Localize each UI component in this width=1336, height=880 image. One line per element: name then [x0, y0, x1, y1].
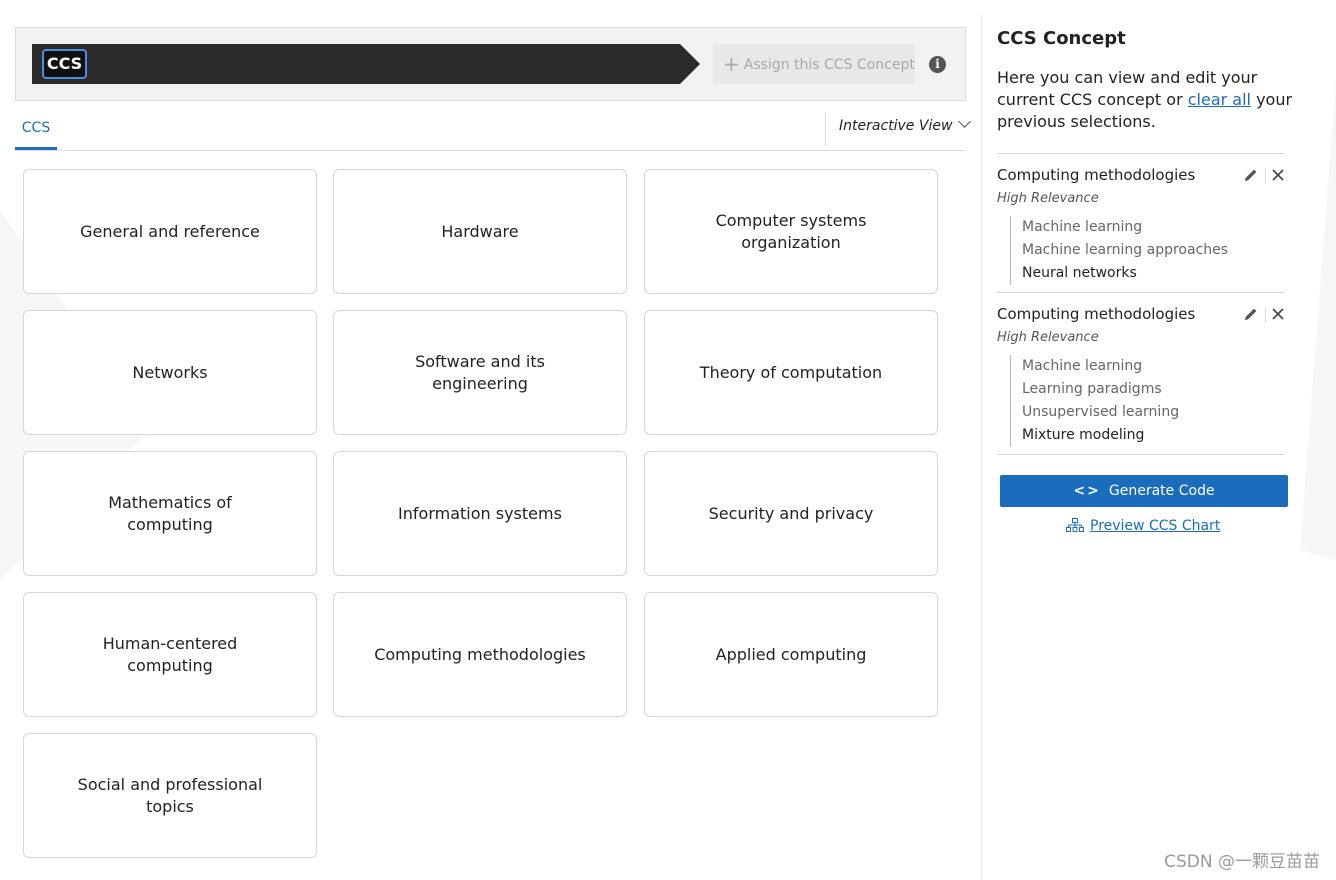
- selected-concept: Computing methodologies High Relevance M…: [997, 153, 1285, 292]
- panel-description: Here you can view and edit your current …: [997, 67, 1297, 133]
- category-card[interactable]: Mathematics of computing: [23, 451, 317, 576]
- close-icon[interactable]: [1270, 306, 1286, 322]
- tab-divider: [15, 150, 966, 151]
- plus-icon: +: [723, 52, 740, 76]
- concept-breadcrumb: [32, 44, 680, 84]
- preview-chart-label: Preview CCS Chart: [1090, 518, 1221, 534]
- icon-separator: [1265, 168, 1266, 184]
- concept-path: Machine learning Machine learning approa…: [1010, 216, 1228, 285]
- path-item: Machine learning: [1022, 358, 1143, 374]
- concept-relevance: High Relevance: [997, 191, 1099, 206]
- hierarchy-icon: [1066, 518, 1084, 532]
- info-icon[interactable]: i: [929, 56, 946, 73]
- generate-code-button[interactable]: <> Generate Code: [1000, 475, 1288, 507]
- path-item: Learning paradigms: [1022, 381, 1162, 397]
- concept-toolbar: CCS + Assign this CCS Concept i: [15, 27, 966, 101]
- preview-chart-link[interactable]: Preview CCS Chart: [1066, 518, 1220, 534]
- selected-concept: Computing methodologies High Relevance M…: [997, 292, 1285, 454]
- path-item: Machine learning: [1022, 219, 1143, 235]
- category-card[interactable]: Hardware: [333, 169, 627, 294]
- concept-title: Computing methodologies: [997, 166, 1196, 184]
- category-card[interactable]: Security and privacy: [644, 451, 938, 576]
- close-icon[interactable]: [1270, 167, 1286, 183]
- concept-path: Machine learning Learning paradigms Unsu…: [1010, 355, 1179, 447]
- category-card[interactable]: Computing methodologies: [333, 592, 627, 717]
- pencil-icon[interactable]: [1243, 167, 1259, 183]
- concept-relevance: High Relevance: [997, 330, 1099, 345]
- assign-concept-label: Assign this CCS Concept: [743, 57, 915, 73]
- generate-code-label: Generate Code: [1108, 483, 1215, 499]
- category-card[interactable]: Software and its engineering: [333, 310, 627, 435]
- category-card[interactable]: Theory of computation: [644, 310, 938, 435]
- category-card[interactable]: Human-centered computing: [23, 592, 317, 717]
- view-mode-select[interactable]: Interactive View: [839, 115, 972, 134]
- concept-title: Computing methodologies: [997, 305, 1196, 323]
- code-icon: <>: [1073, 483, 1101, 499]
- watermark: CSDN @一颗豆苗苗: [1164, 852, 1320, 872]
- panel-divider: [981, 15, 982, 880]
- category-card[interactable]: General and reference: [23, 169, 317, 294]
- tab-ccs[interactable]: CCS: [15, 112, 57, 150]
- breadcrumb-arrow: [680, 44, 700, 84]
- chevron-down-icon: [958, 115, 972, 128]
- icon-separator: [1265, 307, 1266, 323]
- view-mode-label: Interactive View: [839, 118, 953, 134]
- pencil-icon[interactable]: [1243, 306, 1259, 322]
- ccs-root-badge[interactable]: CCS: [42, 49, 87, 79]
- path-item-leaf: Mixture modeling: [1022, 427, 1145, 443]
- clear-all-link[interactable]: clear all: [1188, 90, 1251, 109]
- category-card[interactable]: Computer systems organization: [644, 169, 938, 294]
- path-item: Unsupervised learning: [1022, 404, 1180, 420]
- concept-list-divider: [997, 454, 1285, 455]
- panel-title: CCS Concept: [997, 28, 1126, 49]
- category-card[interactable]: Applied computing: [644, 592, 938, 717]
- path-item-leaf: Neural networks: [1022, 265, 1137, 281]
- category-card[interactable]: Social and professional topics: [23, 733, 317, 858]
- path-item: Machine learning approaches: [1022, 242, 1229, 258]
- assign-concept-button[interactable]: + Assign this CCS Concept: [713, 44, 915, 84]
- view-separator: [825, 112, 826, 146]
- category-card[interactable]: Networks: [23, 310, 317, 435]
- category-card[interactable]: Information systems: [333, 451, 627, 576]
